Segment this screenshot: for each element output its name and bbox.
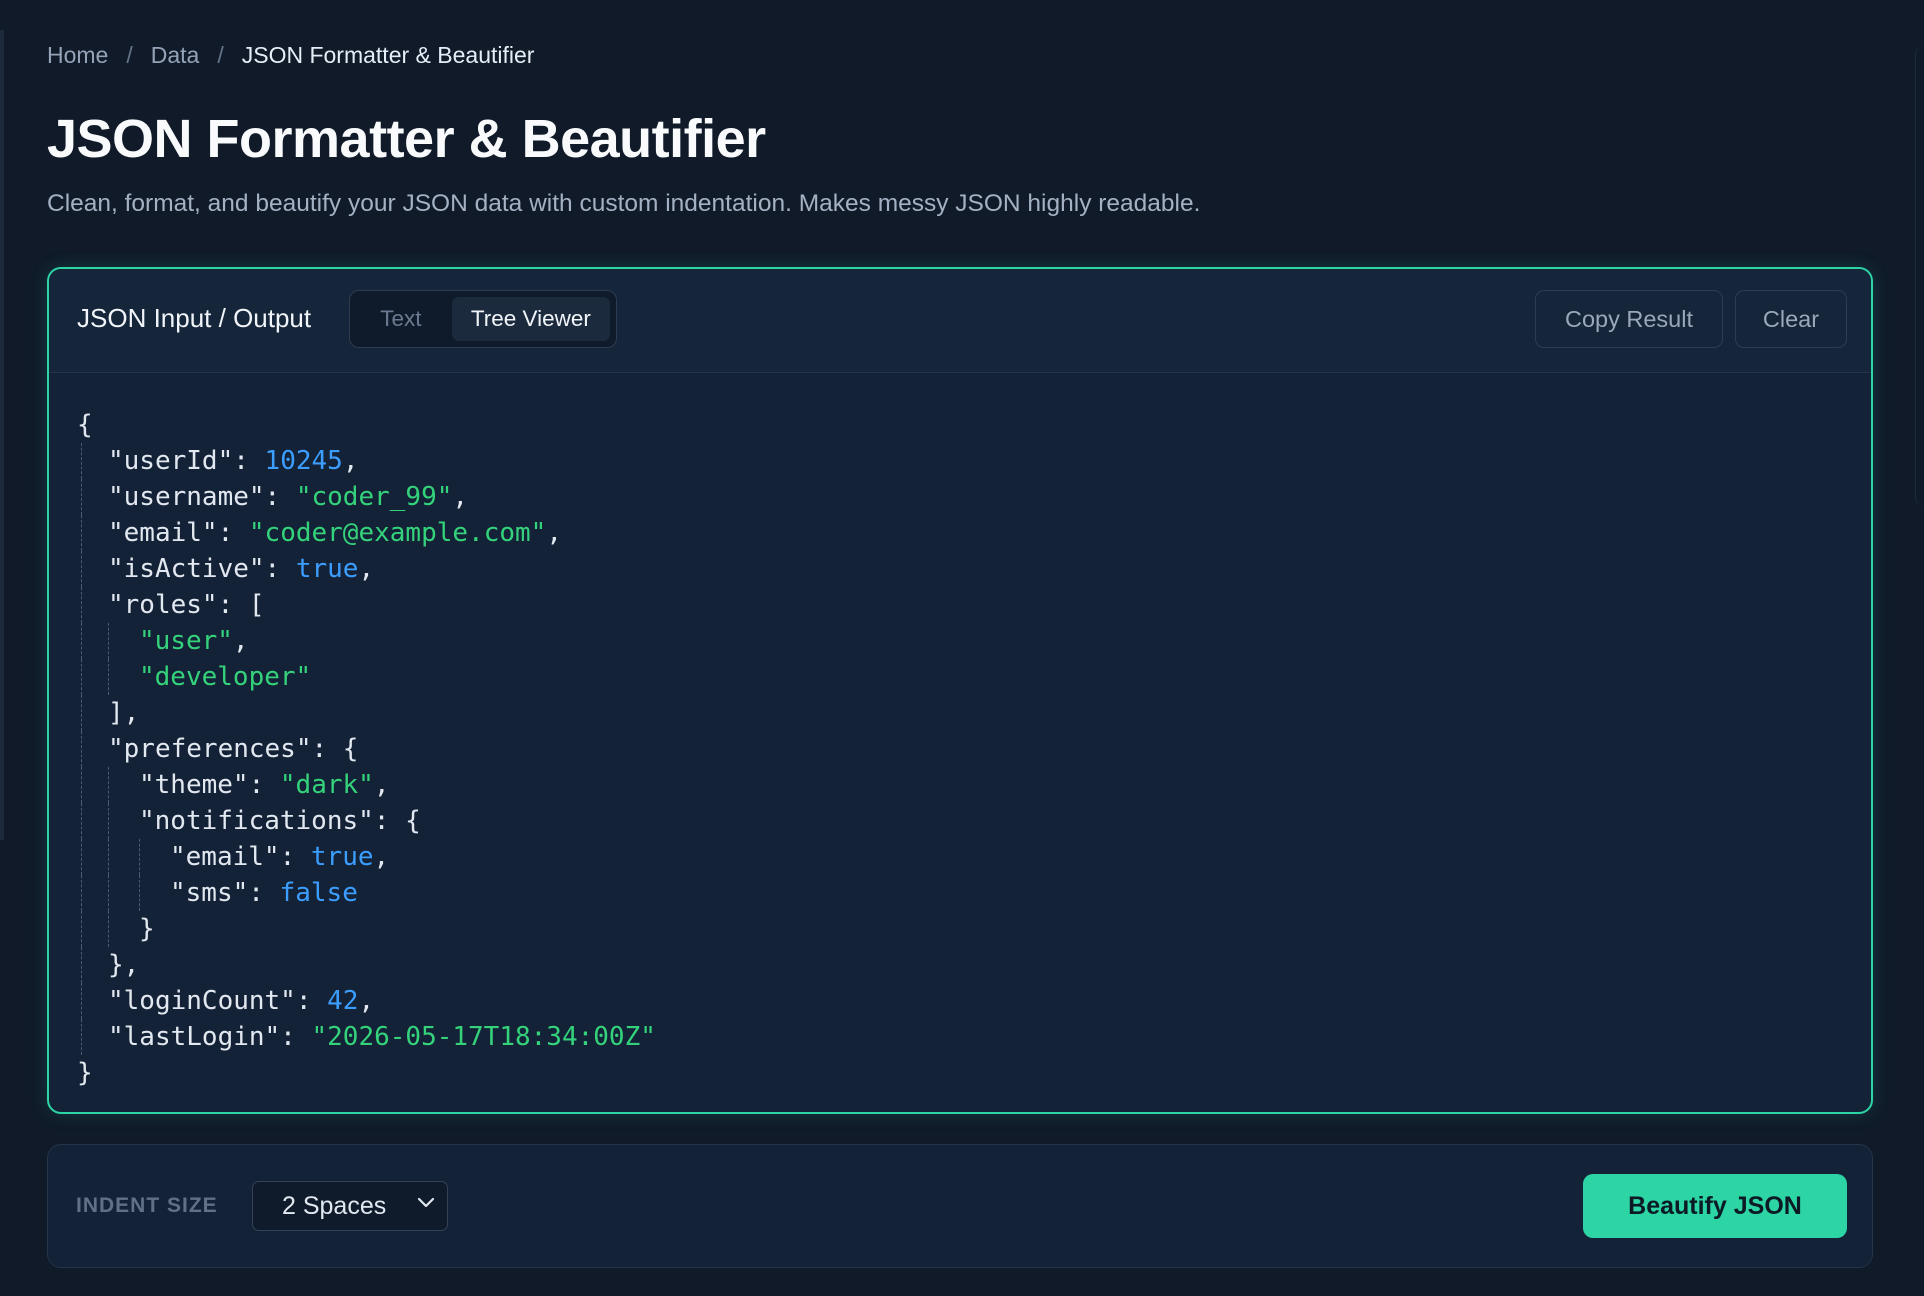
code-line: "user", [77, 623, 656, 659]
editor-title: JSON Input / Output [77, 303, 312, 333]
code-line: "developer" [77, 659, 656, 695]
tab-tree-viewer[interactable]: Tree Viewer [451, 297, 610, 341]
code-line: "sms": false [77, 875, 656, 911]
code-line-text: "theme": "dark", [139, 770, 390, 800]
page-subtitle: Clean, format, and beautify your JSON da… [47, 190, 1201, 217]
indent-size-value: 2 Spaces [282, 1191, 387, 1220]
indent-guide [81, 1019, 108, 1055]
code-line-text: "email": "coder@example.com", [108, 518, 562, 548]
left-edge-strip [0, 30, 4, 840]
code-line-text: "sms": false [170, 878, 358, 908]
breadcrumb-home-link[interactable]: Home [47, 42, 108, 69]
indent-guide [108, 839, 139, 875]
tab-text[interactable]: Text [356, 297, 446, 341]
indent-guide [81, 947, 108, 983]
json-code-view[interactable]: { "userId": 10245, "username": "coder_99",… [77, 407, 656, 1091]
indent-guide [81, 551, 108, 587]
indent-guide [108, 659, 139, 695]
editor-header: JSON Input / Output Text Tree Viewer Cop… [49, 269, 1871, 373]
view-mode-toggle: Text Tree Viewer [349, 290, 617, 348]
code-line: "isActive": true, [77, 551, 656, 587]
code-line: } [77, 911, 656, 947]
indent-guide [81, 587, 108, 623]
code-line: "roles": [ [77, 587, 656, 623]
code-line-text: "user", [139, 626, 249, 656]
indent-guide [108, 767, 139, 803]
indent-guide [81, 731, 108, 767]
indent-guide [81, 443, 108, 479]
json-editor-card: JSON Input / Output Text Tree Viewer Cop… [47, 267, 1873, 1114]
indent-guide [81, 767, 108, 803]
indent-guide [81, 803, 108, 839]
code-line: "loginCount": 42, [77, 983, 656, 1019]
code-line-text: "developer" [139, 662, 312, 692]
indent-guide [108, 875, 139, 911]
code-line: "email": "coder@example.com", [77, 515, 656, 551]
scrollbar[interactable] [1915, 46, 1924, 506]
indent-guide [108, 803, 139, 839]
breadcrumb-current: JSON Formatter & Beautifier [241, 42, 535, 68]
indent-guide [81, 839, 108, 875]
indent-size-select[interactable]: 2 Spaces [252, 1181, 448, 1231]
code-line: "theme": "dark", [77, 767, 656, 803]
indent-guide [81, 659, 108, 695]
indent-guide [81, 983, 108, 1019]
indent-guide [108, 911, 139, 947]
code-line-text: "isActive": true, [108, 554, 375, 584]
code-line-text: "loginCount": 42, [108, 986, 375, 1016]
code-line-text: }, [108, 950, 140, 980]
code-line-text: } [77, 1058, 93, 1088]
indent-guide [108, 623, 139, 659]
code-line: "preferences": { [77, 731, 656, 767]
indent-guide [81, 515, 108, 551]
code-line-text: ], [108, 698, 140, 728]
code-line: { [77, 407, 656, 443]
code-line: "lastLogin": "2026-05-17T18:34:00Z" [77, 1019, 656, 1055]
code-line-text: "notifications": { [139, 806, 421, 836]
copy-result-button[interactable]: Copy Result [1535, 290, 1723, 348]
code-line: "email": true, [77, 839, 656, 875]
code-line-text: "username": "coder_99", [108, 482, 469, 512]
breadcrumb: Home / Data / JSON Formatter & Beautifie… [47, 42, 534, 69]
code-line-text: "roles": [ [108, 590, 265, 620]
code-line: } [77, 1055, 656, 1091]
indent-guide [81, 875, 108, 911]
breadcrumb-separator: / [126, 42, 133, 68]
indent-guide [81, 479, 108, 515]
beautify-json-button[interactable]: Beautify JSON [1583, 1174, 1847, 1238]
code-line-text: "email": true, [170, 842, 390, 872]
code-line: }, [77, 947, 656, 983]
code-line-text: "preferences": { [108, 734, 359, 764]
indent-size-label: INDENT SIZE [76, 1194, 218, 1217]
indent-guide [139, 839, 170, 875]
chevron-down-icon [417, 1197, 435, 1208]
code-line-text: "lastLogin": "2026-05-17T18:34:00Z" [108, 1022, 656, 1052]
clear-button[interactable]: Clear [1735, 290, 1847, 348]
code-line: ], [77, 695, 656, 731]
code-line-text: { [77, 410, 93, 440]
breadcrumb-separator: / [217, 42, 224, 68]
code-line: "username": "coder_99", [77, 479, 656, 515]
indent-guide [139, 875, 170, 911]
code-line-text: } [139, 914, 155, 944]
code-line: "notifications": { [77, 803, 656, 839]
indent-guide [81, 911, 108, 947]
page-title: JSON Formatter & Beautifier [47, 109, 766, 169]
code-line-text: "userId": 10245, [108, 446, 359, 476]
code-line: "userId": 10245, [77, 443, 656, 479]
indent-guide [81, 623, 108, 659]
breadcrumb-data-link[interactable]: Data [151, 42, 200, 69]
control-bar: INDENT SIZE 2 Spaces Beautify JSON [47, 1144, 1873, 1268]
indent-guide [81, 695, 108, 731]
